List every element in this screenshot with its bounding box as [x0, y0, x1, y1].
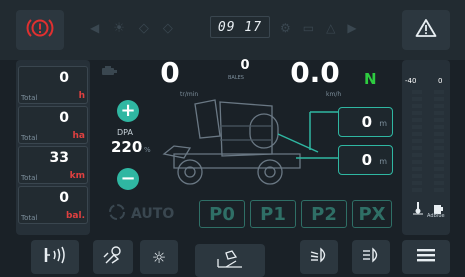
warning-triangle-icon: △ — [326, 21, 336, 35]
machine-illustration — [160, 96, 340, 188]
total-area-card[interactable]: 0 Total ha — [18, 106, 88, 144]
arrow-left-icon: ◀ — [90, 21, 100, 35]
program-p1-button[interactable]: P1 — [250, 200, 296, 228]
high-beam-button[interactable] — [352, 240, 390, 274]
measure-box-lower[interactable]: 0 m — [338, 145, 393, 175]
gear-indicator: N — [364, 70, 377, 88]
indicator-strip-right: ⚙ ▭ △ ▶ — [280, 18, 390, 38]
total-distance-card[interactable]: 33 Total km — [18, 146, 88, 184]
dpa-decrease-button[interactable]: − — [117, 168, 139, 190]
measure-upper-value: 0 — [361, 113, 372, 131]
adblue-icon — [433, 200, 445, 214]
auto-mode-label: AUTO — [131, 206, 175, 222]
total-area-unit: ha — [72, 131, 85, 141]
adblue-label: AdBlue — [427, 213, 445, 219]
battery-icon: ▭ — [302, 21, 315, 35]
light-icon: ☀ — [113, 20, 125, 36]
bales-count-value: 0 — [240, 58, 250, 73]
wrench-icon: ⚙ — [280, 21, 291, 35]
suspension-settings-button[interactable] — [195, 244, 265, 277]
fuel-gauge — [434, 90, 444, 196]
dpa-unit: % — [144, 146, 151, 154]
indicator-strip: ◀ ☀ ◇ ◇ — [90, 18, 210, 38]
menu-button[interactable] — [402, 240, 450, 274]
rotor-speed-value: 0 — [160, 56, 180, 89]
dpa-increase-button[interactable]: + — [117, 100, 139, 122]
total-bales-unit: bal. — [65, 211, 85, 221]
parking-brake-button[interactable] — [16, 10, 64, 50]
engine-icon — [100, 62, 118, 75]
auto-mode-button[interactable]: AUTO — [108, 203, 188, 225]
total-bales-value: 0 — [59, 190, 69, 206]
measure-lower-value: 0 — [361, 151, 372, 169]
parking-brake-icon — [26, 16, 54, 44]
total-area-label: Total — [21, 134, 38, 142]
measure-lower-unit: m — [379, 157, 387, 166]
total-distance-label: Total — [21, 174, 38, 182]
fuel-gauge-label: 0 — [438, 77, 443, 85]
program-p2-button[interactable]: P2 — [301, 200, 347, 228]
operator-settings-button[interactable] — [93, 240, 133, 274]
minus-icon: − — [120, 168, 136, 189]
low-beam-button[interactable] — [300, 240, 338, 274]
ground-speed-value: 0.0 — [290, 56, 340, 89]
total-bales-card[interactable]: 0 Total bal. — [18, 186, 88, 224]
total-bales-label: Total — [21, 214, 38, 222]
dpa-label: DPA — [117, 128, 133, 137]
dpa-value: 220 — [111, 138, 143, 156]
total-area-value: 0 — [59, 110, 69, 126]
total-distance-unit: km — [69, 171, 85, 181]
diamond-icon: ◇ — [138, 20, 149, 36]
total-hours-label: Total — [21, 94, 38, 102]
temperature-gauge — [412, 90, 422, 196]
sensor-wave-icon — [42, 246, 68, 268]
warning-button[interactable] — [402, 10, 450, 50]
plus-icon: + — [120, 100, 136, 121]
bales-count-unit: BALES — [228, 75, 244, 81]
measure-box-upper[interactable]: 0 m — [338, 107, 393, 137]
high-beam-icon — [361, 247, 381, 267]
diamond-icon: ◇ — [162, 20, 173, 36]
total-hours-unit: h — [78, 91, 85, 101]
coolant-temperature-icon — [412, 200, 424, 215]
program-p0-button[interactable]: P0 — [199, 200, 245, 228]
measure-upper-unit: m — [379, 119, 387, 128]
hamburger-menu-icon — [416, 247, 436, 267]
brightness-sun-icon: ☼ — [151, 247, 167, 267]
suspension-graph-icon — [212, 249, 248, 273]
sensor-toggle-button[interactable] — [31, 240, 79, 274]
total-distance-value: 33 — [49, 150, 69, 166]
clock-display: 09 17 — [210, 16, 270, 38]
warning-triangle-icon — [415, 18, 437, 42]
temperature-gauge-label: -40 — [405, 77, 417, 85]
auto-cycle-icon — [108, 203, 126, 225]
total-hours-card[interactable]: 0 Total h — [18, 66, 88, 104]
clock-text: 09 17 — [217, 19, 263, 35]
low-beam-icon — [309, 247, 329, 267]
program-px-button[interactable]: PX — [352, 200, 392, 228]
brightness-button[interactable]: ☼ — [140, 240, 178, 274]
operator-hand-icon — [102, 245, 124, 269]
arrow-right-icon: ▶ — [347, 21, 357, 35]
total-hours-value: 0 — [59, 70, 69, 86]
